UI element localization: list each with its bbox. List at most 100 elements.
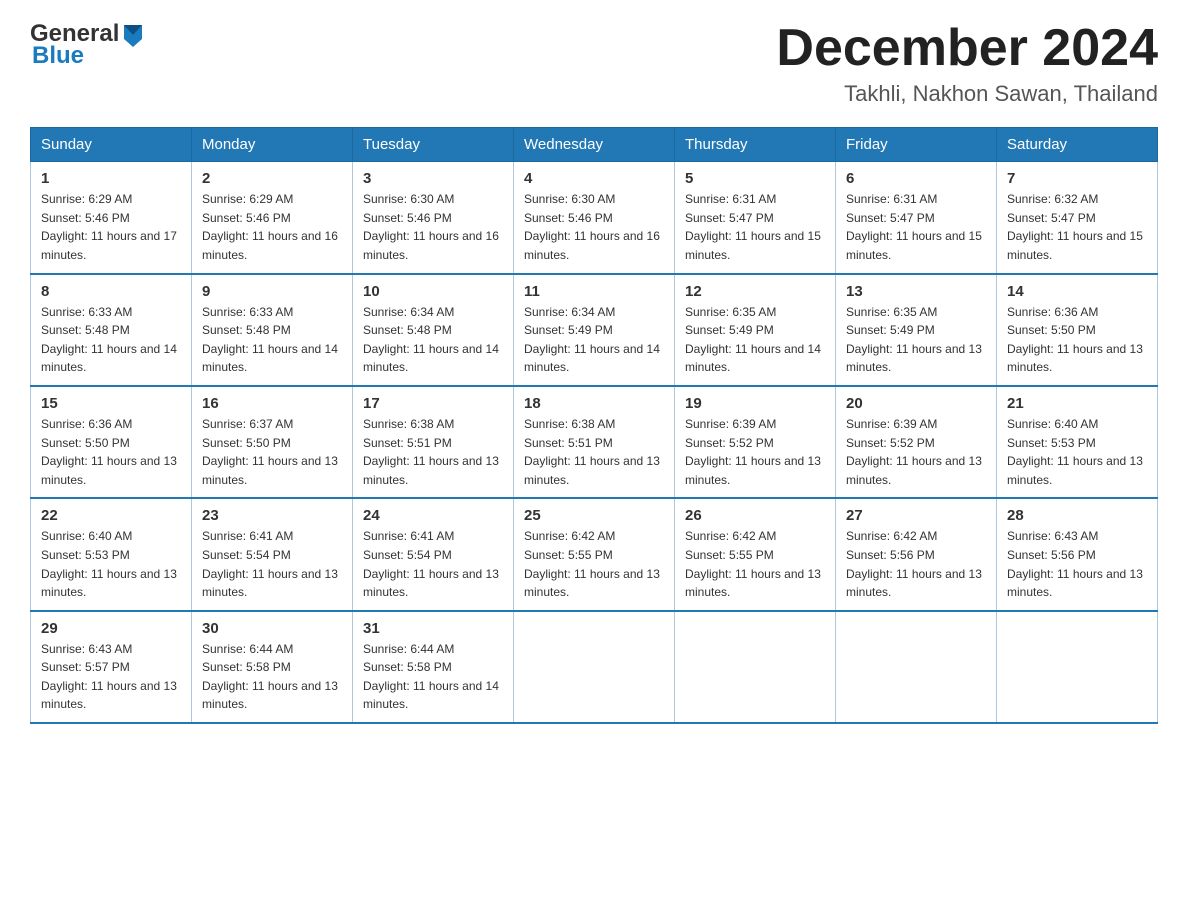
day-info: Sunrise: 6:40 AMSunset: 5:53 PMDaylight:…: [41, 527, 181, 601]
weekday-header-friday: Friday: [836, 128, 997, 162]
day-number: 7: [1007, 170, 1147, 187]
calendar-day-cell: 8 Sunrise: 6:33 AMSunset: 5:48 PMDaylight…: [31, 274, 192, 386]
calendar-week-row: 15 Sunrise: 6:36 AMSunset: 5:50 PMDayligh…: [31, 386, 1158, 498]
day-number: 29: [41, 620, 181, 637]
day-info: Sunrise: 6:37 AMSunset: 5:50 PMDaylight:…: [202, 415, 342, 489]
day-info: Sunrise: 6:41 AMSunset: 5:54 PMDaylight:…: [202, 527, 342, 601]
calendar-day-cell: [997, 611, 1158, 723]
day-info: Sunrise: 6:33 AMSunset: 5:48 PMDaylight:…: [202, 303, 342, 377]
day-number: 30: [202, 620, 342, 637]
day-info: Sunrise: 6:29 AMSunset: 5:46 PMDaylight:…: [202, 190, 342, 264]
day-number: 26: [685, 507, 825, 524]
day-info: Sunrise: 6:29 AMSunset: 5:46 PMDaylight:…: [41, 190, 181, 264]
day-number: 11: [524, 283, 664, 300]
calendar-day-cell: 2 Sunrise: 6:29 AMSunset: 5:46 PMDaylight…: [192, 162, 353, 274]
day-info: Sunrise: 6:36 AMSunset: 5:50 PMDaylight:…: [1007, 303, 1147, 377]
calendar-day-cell: 10 Sunrise: 6:34 AMSunset: 5:48 PMDayligh…: [353, 274, 514, 386]
day-number: 2: [202, 170, 342, 187]
weekday-header-saturday: Saturday: [997, 128, 1158, 162]
calendar-day-cell: 15 Sunrise: 6:36 AMSunset: 5:50 PMDayligh…: [31, 386, 192, 498]
title-block: December 2024 Takhli, Nakhon Sawan, Thai…: [776, 20, 1158, 107]
calendar-day-cell: 28 Sunrise: 6:43 AMSunset: 5:56 PMDayligh…: [997, 498, 1158, 610]
location-subtitle: Takhli, Nakhon Sawan, Thailand: [776, 81, 1158, 107]
calendar-day-cell: 20 Sunrise: 6:39 AMSunset: 5:52 PMDayligh…: [836, 386, 997, 498]
calendar-day-cell: 13 Sunrise: 6:35 AMSunset: 5:49 PMDayligh…: [836, 274, 997, 386]
day-number: 6: [846, 170, 986, 187]
day-number: 25: [524, 507, 664, 524]
weekday-header-wednesday: Wednesday: [514, 128, 675, 162]
day-info: Sunrise: 6:38 AMSunset: 5:51 PMDaylight:…: [524, 415, 664, 489]
calendar-day-cell: 11 Sunrise: 6:34 AMSunset: 5:49 PMDayligh…: [514, 274, 675, 386]
day-info: Sunrise: 6:35 AMSunset: 5:49 PMDaylight:…: [846, 303, 986, 377]
day-info: Sunrise: 6:42 AMSunset: 5:56 PMDaylight:…: [846, 527, 986, 601]
calendar-day-cell: 14 Sunrise: 6:36 AMSunset: 5:50 PMDayligh…: [997, 274, 1158, 386]
day-number: 20: [846, 395, 986, 412]
calendar-day-cell: 25 Sunrise: 6:42 AMSunset: 5:55 PMDayligh…: [514, 498, 675, 610]
day-number: 16: [202, 395, 342, 412]
calendar-day-cell: 23 Sunrise: 6:41 AMSunset: 5:54 PMDayligh…: [192, 498, 353, 610]
day-info: Sunrise: 6:34 AMSunset: 5:48 PMDaylight:…: [363, 303, 503, 377]
day-info: Sunrise: 6:31 AMSunset: 5:47 PMDaylight:…: [846, 190, 986, 264]
month-year-title: December 2024: [776, 20, 1158, 77]
day-number: 21: [1007, 395, 1147, 412]
day-info: Sunrise: 6:44 AMSunset: 5:58 PMDaylight:…: [363, 640, 503, 714]
calendar-day-cell: 16 Sunrise: 6:37 AMSunset: 5:50 PMDayligh…: [192, 386, 353, 498]
calendar-day-cell: 19 Sunrise: 6:39 AMSunset: 5:52 PMDayligh…: [675, 386, 836, 498]
day-info: Sunrise: 6:35 AMSunset: 5:49 PMDaylight:…: [685, 303, 825, 377]
day-number: 8: [41, 283, 181, 300]
day-info: Sunrise: 6:31 AMSunset: 5:47 PMDaylight:…: [685, 190, 825, 264]
calendar-day-cell: 5Sunrise: 6:31 AMSunset: 5:47 PMDaylight…: [675, 162, 836, 274]
day-number: 9: [202, 283, 342, 300]
calendar-table: SundayMondayTuesdayWednesdayThursdayFrid…: [30, 127, 1158, 724]
calendar-day-cell: 21 Sunrise: 6:40 AMSunset: 5:53 PMDayligh…: [997, 386, 1158, 498]
day-info: Sunrise: 6:41 AMSunset: 5:54 PMDaylight:…: [363, 527, 503, 601]
calendar-day-cell: [675, 611, 836, 723]
day-number: 12: [685, 283, 825, 300]
weekday-header-sunday: Sunday: [31, 128, 192, 162]
day-number: 18: [524, 395, 664, 412]
calendar-day-cell: 6 Sunrise: 6:31 AMSunset: 5:47 PMDaylight…: [836, 162, 997, 274]
day-number: 23: [202, 507, 342, 524]
calendar-day-cell: 3Sunrise: 6:30 AMSunset: 5:46 PMDaylight…: [353, 162, 514, 274]
calendar-day-cell: 30 Sunrise: 6:44 AMSunset: 5:58 PMDayligh…: [192, 611, 353, 723]
day-info: Sunrise: 6:34 AMSunset: 5:49 PMDaylight:…: [524, 303, 664, 377]
calendar-day-cell: 18 Sunrise: 6:38 AMSunset: 5:51 PMDayligh…: [514, 386, 675, 498]
calendar-week-row: 22Sunrise: 6:40 AMSunset: 5:53 PMDayligh…: [31, 498, 1158, 610]
day-number: 15: [41, 395, 181, 412]
day-info: Sunrise: 6:40 AMSunset: 5:53 PMDaylight:…: [1007, 415, 1147, 489]
day-number: 28: [1007, 507, 1147, 524]
day-info: Sunrise: 6:39 AMSunset: 5:52 PMDaylight:…: [846, 415, 986, 489]
calendar-day-cell: 27Sunrise: 6:42 AMSunset: 5:56 PMDayligh…: [836, 498, 997, 610]
day-info: Sunrise: 6:30 AMSunset: 5:46 PMDaylight:…: [524, 190, 664, 264]
day-info: Sunrise: 6:44 AMSunset: 5:58 PMDaylight:…: [202, 640, 342, 714]
day-number: 1: [41, 170, 181, 187]
day-info: Sunrise: 6:42 AMSunset: 5:55 PMDaylight:…: [524, 527, 664, 601]
logo-blue-text: Blue: [32, 42, 84, 69]
day-number: 10: [363, 283, 503, 300]
weekday-header-monday: Monday: [192, 128, 353, 162]
calendar-day-cell: 17Sunrise: 6:38 AMSunset: 5:51 PMDayligh…: [353, 386, 514, 498]
calendar-day-cell: 26 Sunrise: 6:42 AMSunset: 5:55 PMDayligh…: [675, 498, 836, 610]
day-number: 31: [363, 620, 503, 637]
day-number: 24: [363, 507, 503, 524]
calendar-day-cell: 24 Sunrise: 6:41 AMSunset: 5:54 PMDayligh…: [353, 498, 514, 610]
weekday-header-tuesday: Tuesday: [353, 128, 514, 162]
day-info: Sunrise: 6:43 AMSunset: 5:56 PMDaylight:…: [1007, 527, 1147, 601]
day-info: Sunrise: 6:33 AMSunset: 5:48 PMDaylight:…: [41, 303, 181, 377]
day-number: 19: [685, 395, 825, 412]
day-info: Sunrise: 6:39 AMSunset: 5:52 PMDaylight:…: [685, 415, 825, 489]
page-header: General Blue December 2024 Takhli, Nakho…: [30, 20, 1158, 107]
calendar-day-cell: 1 Sunrise: 6:29 AMSunset: 5:46 PMDaylight…: [31, 162, 192, 274]
calendar-day-cell: [836, 611, 997, 723]
day-number: 14: [1007, 283, 1147, 300]
day-info: Sunrise: 6:30 AMSunset: 5:46 PMDaylight:…: [363, 190, 503, 264]
weekday-header-row: SundayMondayTuesdayWednesdayThursdayFrid…: [31, 128, 1158, 162]
day-info: Sunrise: 6:42 AMSunset: 5:55 PMDaylight:…: [685, 527, 825, 601]
calendar-week-row: 8 Sunrise: 6:33 AMSunset: 5:48 PMDaylight…: [31, 274, 1158, 386]
calendar-day-cell: [514, 611, 675, 723]
day-number: 4: [524, 170, 664, 187]
day-number: 13: [846, 283, 986, 300]
day-info: Sunrise: 6:36 AMSunset: 5:50 PMDaylight:…: [41, 415, 181, 489]
calendar-day-cell: 29Sunrise: 6:43 AMSunset: 5:57 PMDayligh…: [31, 611, 192, 723]
calendar-day-cell: 12 Sunrise: 6:35 AMSunset: 5:49 PMDayligh…: [675, 274, 836, 386]
